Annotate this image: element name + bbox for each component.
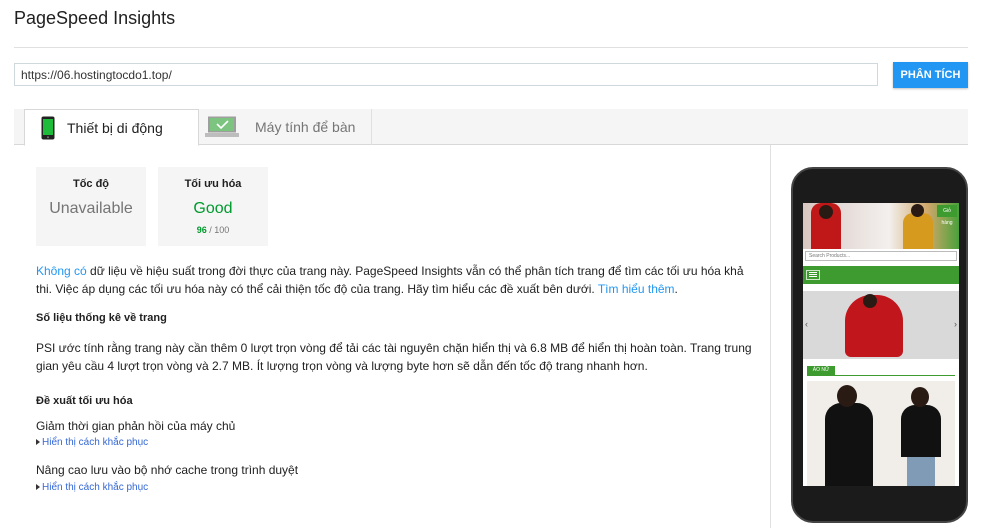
product-model xyxy=(825,403,873,486)
mobile-phone-icon xyxy=(41,116,55,139)
speed-card-title: Tốc độ xyxy=(72,178,110,190)
preview-product-image xyxy=(807,381,955,486)
preview-category-label: ÁO NỮ xyxy=(807,366,835,375)
show-fix-label: Hiển thị cách khắc phục xyxy=(42,482,149,493)
desktop-monitor-icon xyxy=(205,116,239,137)
product-model-head xyxy=(911,387,929,407)
product-model-legs xyxy=(907,457,935,486)
summary-end: . xyxy=(674,282,678,296)
show-fix-label: Hiển thị cách khắc phục xyxy=(42,437,149,448)
preview-banner-image: Giỏ hàng xyxy=(803,203,959,249)
suggestion-title: Nâng cao lưu vào bộ nhớ cache trong trìn… xyxy=(36,463,299,477)
suggestion-title: Giảm thời gian phản hồi của máy chủ xyxy=(36,419,236,433)
analyze-button[interactable]: PHÂN TÍCH xyxy=(893,62,968,88)
banner-model-head xyxy=(819,205,833,219)
optimization-score: 96 / 100 xyxy=(158,225,268,235)
summary-text: Không có dữ liệu về hiệu suất trong đời … xyxy=(36,262,756,298)
panel-divider xyxy=(770,145,771,528)
optimization-score-card: Tối ưu hóa Good 96 / 100 xyxy=(158,167,268,246)
product-model-head xyxy=(837,385,857,407)
slider-model-head xyxy=(863,294,877,308)
speed-card-value: Unavailable xyxy=(49,200,133,217)
tab-mobile[interactable]: Thiết bị di động xyxy=(24,109,199,146)
optimization-score-suffix: / 100 xyxy=(206,225,230,235)
stats-heading: Số liệu thống kê về trang xyxy=(36,312,167,324)
tab-mobile-label: Thiết bị di động xyxy=(67,119,163,136)
stats-text: PSI ước tính rằng trang này cần thêm 0 l… xyxy=(36,341,752,373)
optimization-card-value: Good xyxy=(193,200,233,217)
banner-model-head xyxy=(911,204,924,217)
category-underline xyxy=(807,375,955,376)
url-input[interactable] xyxy=(14,63,878,86)
learn-more-link[interactable]: Tìm hiểu thêm xyxy=(598,282,675,296)
suggestions-heading: Đề xuất tối ưu hóa xyxy=(36,395,133,407)
hamburger-menu-icon xyxy=(806,270,820,280)
chevron-right-icon: › xyxy=(954,319,957,329)
cart-icon: Giỏ hàng xyxy=(937,205,957,226)
results-panel: Tốc độ Unavailable Tối ưu hóa Good 96 / … xyxy=(14,145,770,528)
product-model xyxy=(901,405,941,457)
device-tabs: Thiết bị di động Máy tính để bàn xyxy=(14,109,968,146)
chevron-left-icon: ‹ xyxy=(805,319,808,329)
phone-preview-screen: Giỏ hàng Search Products... ‹ › ÁO NỮ xyxy=(803,203,959,486)
tab-desktop-label: Máy tính để bàn xyxy=(255,119,356,135)
no-data-link[interactable]: Không có xyxy=(36,264,87,278)
optimization-score-number: 96 xyxy=(196,225,207,235)
header-divider xyxy=(14,47,968,48)
tab-desktop[interactable]: Máy tính để bàn xyxy=(199,109,372,145)
show-fix-link[interactable]: Hiển thị cách khắc phục xyxy=(36,482,148,493)
expand-triangle-icon xyxy=(36,484,40,490)
show-fix-link[interactable]: Hiển thị cách khắc phục xyxy=(36,437,148,448)
optimization-card-title: Tối ưu hóa xyxy=(184,178,242,190)
preview-slider-image: ‹ › xyxy=(803,291,959,359)
page-title: PageSpeed Insights xyxy=(14,8,176,28)
preview-nav-bar xyxy=(803,266,959,284)
speed-score-card: Tốc độ Unavailable xyxy=(36,167,146,246)
expand-triangle-icon xyxy=(36,439,40,445)
preview-search-bar: Search Products... xyxy=(805,251,957,261)
banner-model xyxy=(903,213,933,249)
